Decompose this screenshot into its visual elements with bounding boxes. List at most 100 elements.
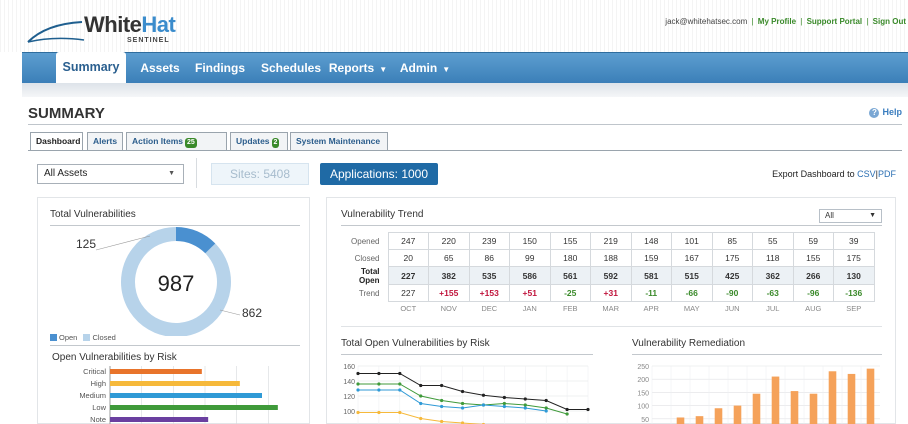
remediation-bar xyxy=(752,393,761,424)
my-profile-link[interactable]: My Profile xyxy=(758,17,796,26)
remediation-bar xyxy=(695,416,704,424)
table-cell: 130 xyxy=(833,266,875,285)
sign-out-link[interactable]: Sign Out xyxy=(873,17,906,26)
row-label xyxy=(341,302,388,316)
top-header: WhiteHat SENTINEL jack@whitehatsec.com |… xyxy=(0,0,908,52)
row-label: Opened xyxy=(351,236,380,246)
data-point xyxy=(377,382,381,386)
month-header-row: OCT NOV DEC JAN FEB MAR APR MAY JUN JUL AUG SEP xyxy=(341,302,874,316)
closed-count-label: 862 xyxy=(242,306,262,320)
nav-shadow xyxy=(22,83,908,97)
table-cell: 59 xyxy=(792,232,834,250)
table-cell: 180 xyxy=(549,249,591,267)
data-point xyxy=(377,410,381,415)
nav-admin[interactable]: Admin ▼ xyxy=(397,53,453,84)
risk-label: Low xyxy=(92,403,106,412)
month-label: AUG xyxy=(805,304,822,314)
data-point xyxy=(544,398,548,403)
table-cell: 175 xyxy=(711,249,753,267)
legend-swatch-closed xyxy=(83,334,91,341)
table-cell: -25 xyxy=(549,284,591,302)
table-cell: 155 xyxy=(792,249,834,267)
risk-label: High xyxy=(91,379,106,388)
page: WhiteHat SENTINEL jack@whitehatsec.com |… xyxy=(0,0,908,424)
table-cell: 362 xyxy=(752,266,794,285)
divider xyxy=(28,124,902,125)
data-point xyxy=(565,407,569,412)
tab-updates[interactable]: Updates 2 xyxy=(230,132,288,150)
open-by-risk-title: Open Vulnerabilities by Risk xyxy=(52,352,177,363)
data-point xyxy=(419,394,423,398)
risk-bar xyxy=(110,405,278,410)
table-cell: -136 xyxy=(833,284,875,302)
risk-label: Critical xyxy=(83,367,106,376)
chevron-down-icon: ▼ xyxy=(379,65,388,74)
total-vulnerabilities-title: Total Vulnerabilities xyxy=(50,209,136,220)
table-cell: 175 xyxy=(833,249,875,267)
table-cell: -63 xyxy=(752,284,794,302)
data-point xyxy=(544,406,548,410)
nav-assets[interactable]: Assets xyxy=(132,53,188,84)
remediation-bar xyxy=(714,408,723,424)
month-label: JUN xyxy=(724,304,740,314)
row-label: Trend xyxy=(358,288,380,298)
assets-select[interactable]: All Assets ▼ xyxy=(37,164,184,184)
month-label: JUL xyxy=(766,304,780,314)
nav-schedules[interactable]: Schedules xyxy=(252,53,330,84)
nav-reports[interactable]: Reports ▼ xyxy=(324,53,392,84)
trend-filter-select[interactable]: All ▼ xyxy=(819,209,882,223)
row-opened: Opened 247 220 239 150 155 219 148 101 85 55 59 39 xyxy=(341,232,875,250)
export-csv-link[interactable]: CSV xyxy=(857,169,876,179)
data-point xyxy=(356,388,360,392)
data-point xyxy=(502,395,506,400)
y-tick-label: 120 xyxy=(343,394,355,401)
table-cell: -96 xyxy=(792,284,834,302)
series-line xyxy=(358,389,547,412)
divider xyxy=(341,326,882,327)
y-tick-label: 250 xyxy=(637,364,649,371)
risk-label: Note xyxy=(90,415,106,424)
remediation-bar xyxy=(771,376,780,424)
open-by-risk-line-chart: 16014012010080 xyxy=(343,364,590,424)
tab-system-maintenance[interactable]: System Maintenance xyxy=(290,132,388,150)
month-label: APR xyxy=(643,304,659,314)
month-label: MAY xyxy=(683,304,700,314)
risk-bar xyxy=(110,393,262,398)
whitehat-logo[interactable]: WhiteHat SENTINEL xyxy=(26,12,176,46)
nav-summary[interactable]: Summary xyxy=(56,52,126,84)
sites-button[interactable]: Sites: 5408 xyxy=(211,163,309,185)
data-point xyxy=(398,382,402,386)
data-point xyxy=(377,388,381,392)
table-cell: 55 xyxy=(752,232,794,250)
data-point xyxy=(356,371,360,376)
table-cell: -90 xyxy=(711,284,753,302)
help-link[interactable]: ? Help xyxy=(869,107,902,118)
table-cell: 219 xyxy=(590,232,632,250)
y-tick-label: 50 xyxy=(641,417,649,424)
nav-findings[interactable]: Findings xyxy=(188,53,252,84)
remediation-bar xyxy=(847,373,856,424)
tab-action-items[interactable]: Action Items 25 xyxy=(126,132,227,150)
table-cell: 39 xyxy=(833,232,875,250)
export-pdf-link[interactable]: PDF xyxy=(878,169,896,179)
tab-alerts[interactable]: Alerts xyxy=(87,132,123,150)
data-point xyxy=(440,398,444,403)
remediation-bar xyxy=(828,371,837,424)
legend-swatch-open xyxy=(50,334,57,341)
data-point xyxy=(356,410,360,415)
support-portal-link[interactable]: Support Portal xyxy=(807,17,863,26)
donut-slice-open xyxy=(175,227,216,254)
applications-button[interactable]: Applications: 1000 xyxy=(320,163,438,185)
row-closed: Closed 20 65 86 99 180 188 159 167 175 118 155 175 xyxy=(341,249,875,267)
tab-dashboard[interactable]: Dashboard xyxy=(30,132,83,151)
open-by-risk-chart: Critical High Medium Low Note xyxy=(79,366,278,424)
data-point xyxy=(440,404,444,409)
table-cell: 220 xyxy=(428,232,470,250)
remediation-bar xyxy=(866,368,875,424)
separator: | xyxy=(751,17,754,26)
table-cell: 99 xyxy=(509,249,551,267)
table-cell: +153 xyxy=(468,284,510,302)
table-cell: 425 xyxy=(711,266,753,285)
table-cell: 155 xyxy=(549,232,591,250)
data-point xyxy=(460,401,465,406)
